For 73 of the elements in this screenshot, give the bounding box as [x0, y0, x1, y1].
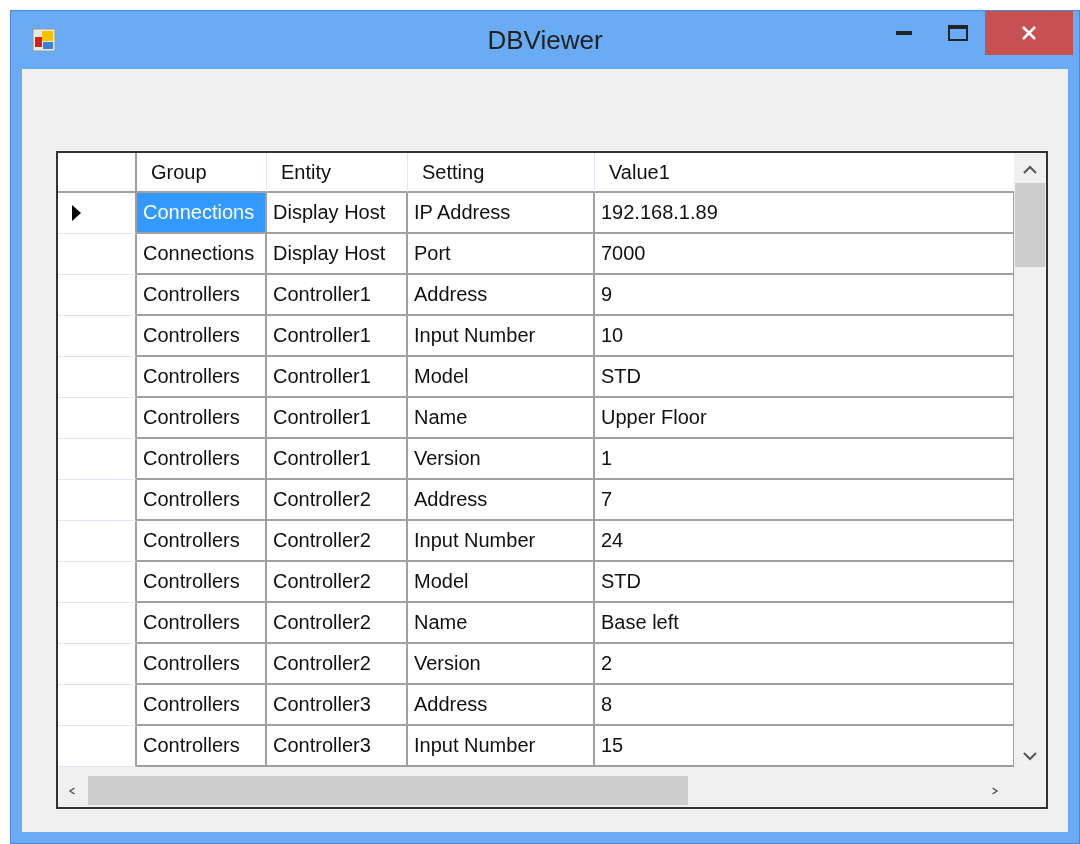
table-cell: 7	[595, 480, 1014, 521]
vertical-scrollbar[interactable]	[1014, 153, 1046, 774]
table-cell: 1	[595, 439, 1014, 480]
column-header[interactable]: Setting	[408, 153, 595, 193]
column-header[interactable]: Entity	[267, 153, 408, 193]
table-cell: Upper Floor	[595, 398, 1014, 439]
table-cell: Controller2	[267, 480, 408, 521]
table-cell: Base left	[595, 603, 1014, 644]
table-cell: Address	[408, 685, 595, 726]
table-cell: STD	[595, 562, 1014, 603]
scroll-down-icon[interactable]	[1022, 750, 1038, 762]
table-cell: STD	[595, 357, 1014, 398]
table-cell: Controllers	[137, 562, 267, 603]
table-cell: Input Number	[408, 521, 595, 562]
scroll-thumb[interactable]	[88, 776, 688, 805]
table-cell: Name	[408, 398, 595, 439]
table-cell: 8	[595, 685, 1014, 726]
column-header[interactable]: Group	[137, 153, 267, 193]
table-cell: Controllers	[137, 480, 267, 521]
app-icon	[31, 27, 57, 53]
table-cell: Controllers	[137, 726, 267, 767]
table-cell: Controller1	[267, 316, 408, 357]
table-cell: Name	[408, 603, 595, 644]
table-cell: Controllers	[137, 603, 267, 644]
table-cell: Controller3	[267, 685, 408, 726]
table-cell: Model	[408, 357, 595, 398]
table-cell: Connections	[137, 193, 267, 234]
table-cell: Controller2	[267, 644, 408, 685]
table-cell: 2	[595, 644, 1014, 685]
column-header[interactable]: Value1	[595, 153, 1014, 193]
table-cell: Port	[408, 234, 595, 275]
table-cell: Controller2	[267, 521, 408, 562]
table-cell: Version	[408, 644, 595, 685]
table-cell: Controllers	[137, 644, 267, 685]
table-cell: Connections	[137, 234, 267, 275]
table-cell: Address	[408, 275, 595, 316]
table-cell: Model	[408, 562, 595, 603]
table-cell: Controllers	[137, 357, 267, 398]
table-cell: Version	[408, 439, 595, 480]
table-cell: Controller1	[267, 275, 408, 316]
maximize-icon	[948, 25, 968, 41]
table-cell: Controller3	[267, 726, 408, 767]
table-cell: Controllers	[137, 316, 267, 357]
table-cell: Controllers	[137, 398, 267, 439]
table-cell: Controllers	[137, 521, 267, 562]
horizontal-scrollbar[interactable]	[58, 774, 1014, 807]
table-cell: 15	[595, 726, 1014, 767]
table-cell: Input Number	[408, 316, 595, 357]
minimize-icon	[896, 31, 912, 35]
table-cell: Display Host	[267, 193, 408, 234]
current-row-icon	[72, 205, 81, 221]
table-cell: Input Number	[408, 726, 595, 767]
table-cell: Address	[408, 480, 595, 521]
table-cell: 192.168.1.89	[595, 193, 1014, 234]
table-cell: Controllers	[137, 439, 267, 480]
scroll-thumb[interactable]	[1015, 183, 1045, 267]
table-cell: 7000	[595, 234, 1014, 275]
table-cell: Display Host	[267, 234, 408, 275]
table-cell: Controller1	[267, 357, 408, 398]
table-cell: Controller1	[267, 398, 408, 439]
scroll-up-icon[interactable]	[1022, 163, 1038, 175]
table-cell: 10	[595, 316, 1014, 357]
row-header[interactable]	[58, 193, 137, 234]
table-cell: Controller2	[267, 603, 408, 644]
table-cell: Controller1	[267, 439, 408, 480]
table-cell: Controllers	[137, 275, 267, 316]
window-title: DBViewer	[487, 25, 603, 56]
table-cell: 24	[595, 521, 1014, 562]
table-cell: 9	[595, 275, 1014, 316]
table-cell: IP Address	[408, 193, 595, 234]
table-cell: Controllers	[137, 685, 267, 726]
close-icon	[1021, 25, 1037, 41]
table-cell: Controller2	[267, 562, 408, 603]
